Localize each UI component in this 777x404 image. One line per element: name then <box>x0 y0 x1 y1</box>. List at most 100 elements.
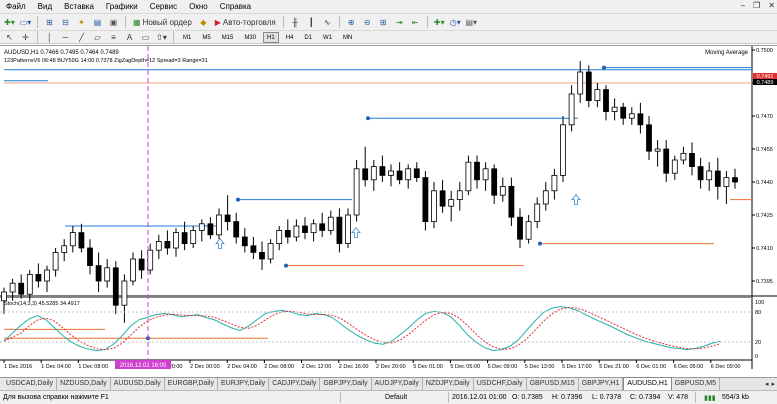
channel-icon[interactable]: ▱ <box>91 31 104 44</box>
minimize-icon[interactable]: – <box>741 1 745 10</box>
restore-icon[interactable]: ❐ <box>753 1 760 10</box>
tile-windows-icon[interactable]: ⊞ <box>377 16 390 29</box>
candle-chart-icon[interactable]: ┃ <box>305 16 318 29</box>
chart-tab[interactable]: USDCAD,Daily <box>3 378 58 390</box>
candle-body <box>345 214 351 245</box>
label-icon[interactable]: ▭ <box>139 31 152 44</box>
candle-body <box>370 166 377 181</box>
close-icon[interactable]: ✕ <box>768 1 775 10</box>
timeframe-h4[interactable]: H4 <box>282 32 298 43</box>
timeframe-d1[interactable]: D1 <box>300 32 316 43</box>
metaeditor-icon[interactable]: ◆ <box>197 16 210 29</box>
candle-body <box>628 113 635 119</box>
new-order-button[interactable]: ▦ Новый ордер <box>131 16 194 29</box>
candle-body <box>61 245 68 253</box>
menu-window[interactable]: Окно <box>183 0 214 13</box>
bar-chart-icon[interactable]: ╫ <box>289 16 302 29</box>
zoom-out-icon[interactable]: ⊖ <box>361 16 374 29</box>
cursor-icon[interactable]: ↖ <box>3 31 16 44</box>
crosshair-time-label: 2016.12.01 16:00 <box>120 363 167 369</box>
tab-scroll-left-icon[interactable]: ◂ <box>765 380 769 388</box>
menu-charts[interactable]: Графики <box>100 0 144 13</box>
price-label: 0.7500 <box>756 48 773 54</box>
menu-view[interactable]: Вид <box>32 0 58 13</box>
market-watch-icon[interactable]: ⊞ <box>43 16 56 29</box>
candle-body <box>250 245 257 253</box>
chart-tab[interactable]: CADJPY,Daily <box>269 378 321 390</box>
timeframe-m5[interactable]: M5 <box>198 32 214 43</box>
crosshair-icon[interactable]: ✛ <box>19 31 32 44</box>
candle-body <box>35 273 42 282</box>
status-profile: Default <box>385 394 408 401</box>
templates-icon[interactable]: ▤▾ <box>465 16 478 29</box>
menu-tools[interactable]: Сервис <box>144 0 183 13</box>
window-controls: – ❐ ✕ <box>741 1 775 10</box>
chart-tab[interactable]: GBPJPY,Daily <box>320 378 372 390</box>
chart-tab[interactable]: EURGBP,Daily <box>165 378 218 390</box>
connection-icon[interactable]: ▮▮▮ <box>704 394 716 402</box>
chart-tab[interactable]: EURJPY,Daily <box>218 378 270 390</box>
chart-tab[interactable]: GBPUSD,M5 <box>672 378 721 390</box>
chart-tab[interactable]: NZDUSD,Daily <box>57 378 111 390</box>
candle-body <box>646 124 652 152</box>
pattern-point-marker <box>538 241 542 246</box>
candle-body <box>379 166 386 176</box>
timeframe-w1[interactable]: W1 <box>319 32 336 43</box>
navigator-icon[interactable]: ✦ <box>75 16 88 29</box>
pattern-point-marker <box>602 65 606 70</box>
candle-body <box>207 223 214 236</box>
candle-body <box>87 247 93 267</box>
tester-icon[interactable]: ▣ <box>107 16 120 29</box>
line-chart-icon[interactable]: ∿ <box>321 16 334 29</box>
chart-tab[interactable]: USDCHF,Daily <box>474 378 527 390</box>
new-order-label: Новый ордер <box>142 17 192 27</box>
periods-icon[interactable]: ◷▾ <box>449 16 462 29</box>
chart-tab[interactable]: GBPUSD,M15 <box>527 378 579 390</box>
data-window-icon[interactable]: ⊟ <box>59 16 72 29</box>
trendline-icon[interactable]: ╱ <box>75 31 88 44</box>
chart-tab[interactable]: AUDUSD,Daily <box>111 378 165 390</box>
vertical-line-icon[interactable]: │ <box>43 31 56 44</box>
price-label: 0.7395 <box>756 279 773 285</box>
chart-tab[interactable]: AUDUSD,H1 <box>623 377 672 390</box>
timeframe-m30[interactable]: M30 <box>240 32 260 43</box>
price-axis[interactable] <box>752 46 777 378</box>
text-icon[interactable]: A <box>123 31 136 44</box>
chart-tab[interactable]: NZDJPY,Daily <box>423 378 474 390</box>
indicators-icon[interactable]: ✚▾ <box>433 16 446 29</box>
moving-average-label: Moving Average <box>705 50 749 56</box>
candle-body <box>499 185 506 196</box>
time-label: 6 Dec 01:00 <box>636 364 666 370</box>
timeframe-m15[interactable]: M15 <box>218 32 238 43</box>
chart-tab[interactable]: AUDJPY,Daily <box>372 378 423 390</box>
candle-body <box>396 170 403 181</box>
terminal-icon[interactable]: ▤ <box>91 16 104 29</box>
chart-window[interactable]: 0.75000.74850.74700.74550.74400.74250.74… <box>0 45 777 378</box>
chart-shift-icon[interactable]: ⇤ <box>409 16 422 29</box>
current-price-black: 0.7489 <box>757 80 774 86</box>
candle-body <box>465 161 472 192</box>
menu-help[interactable]: Справка <box>214 0 257 13</box>
fibonacci-icon[interactable]: ≡ <box>107 31 120 44</box>
timeframe-mn[interactable]: MN <box>339 32 356 43</box>
auto-trading-button[interactable]: ▶ Авто-торговля <box>213 16 278 29</box>
candle-body <box>491 168 498 196</box>
candle-body <box>431 190 437 223</box>
menu-insert[interactable]: Вставка <box>58 0 100 13</box>
candle-body <box>164 240 171 249</box>
price-label: 0.7470 <box>756 114 773 120</box>
menu-bar: Файл Вид Вставка Графики Сервис Окно Спр… <box>0 0 777 13</box>
auto-scroll-icon[interactable]: ⇥ <box>393 16 406 29</box>
menu-file[interactable]: Файл <box>0 0 32 13</box>
arrows-icon[interactable]: ⇧▾ <box>155 31 168 44</box>
timeframe-m1[interactable]: M1 <box>179 32 195 43</box>
price-chart[interactable]: 0.75000.74850.74700.74550.74400.74250.74… <box>0 46 777 378</box>
horizontal-line-icon[interactable]: ─ <box>59 31 72 44</box>
new-chart-icon[interactable]: ✚▾ <box>3 16 16 29</box>
chart-tab[interactable]: GBPJPY,H1 <box>579 378 624 390</box>
timeframe-h1[interactable]: H1 <box>263 31 279 43</box>
candle-body <box>439 190 446 207</box>
tab-scroll-right-icon[interactable]: ▸ <box>771 380 775 388</box>
profiles-icon[interactable]: ▭▾ <box>19 16 32 29</box>
zoom-in-icon[interactable]: ⊕ <box>345 16 358 29</box>
